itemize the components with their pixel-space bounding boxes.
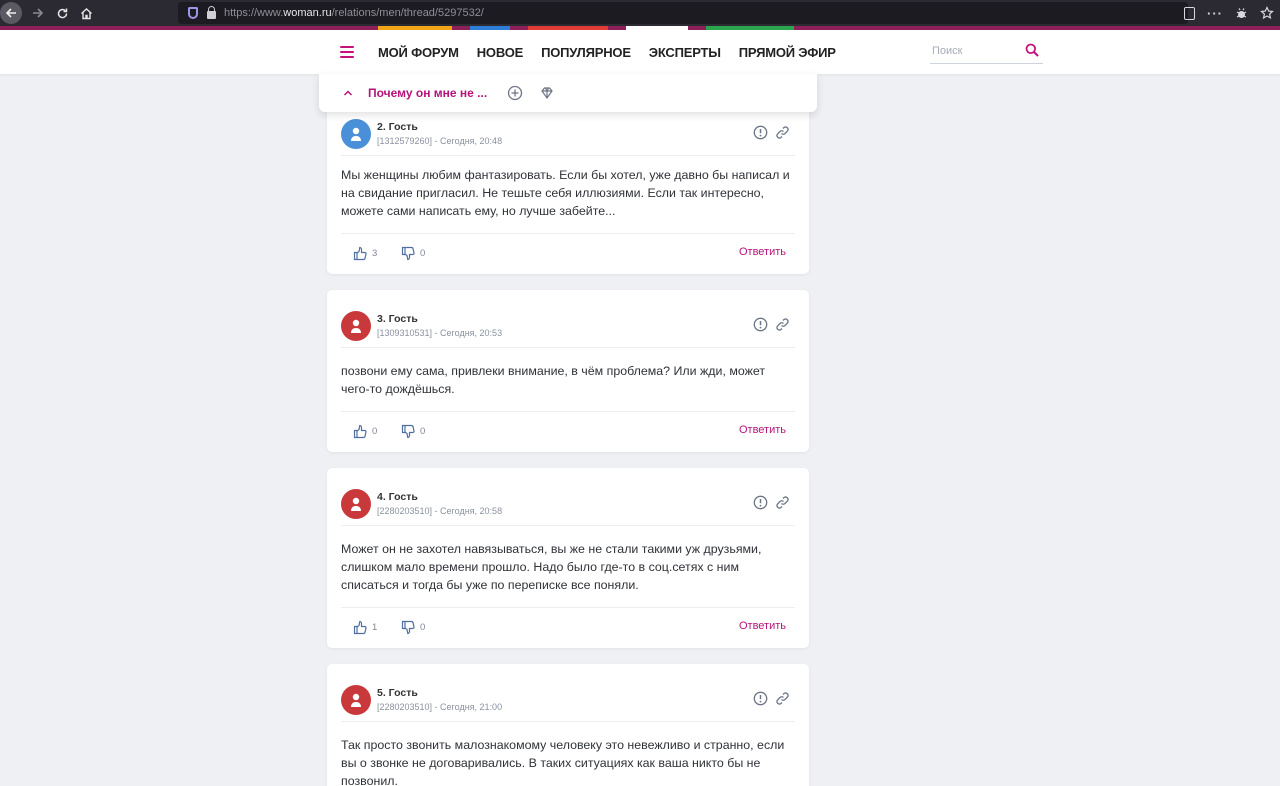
- dislike-count: 0: [420, 622, 426, 633]
- arrow-left-icon: [5, 8, 16, 18]
- post-header: 5. Гость [2280203510] - Сегодня, 21:00: [341, 678, 795, 722]
- address-bar[interactable]: https://www.woman.ru/relations/men/threa…: [178, 2, 1188, 24]
- reader-view-icon[interactable]: [1184, 6, 1195, 20]
- reload-button[interactable]: [50, 1, 74, 25]
- search-input[interactable]: [930, 40, 1015, 62]
- menu-dots-icon[interactable]: ···: [1207, 6, 1223, 21]
- link-icon[interactable]: [775, 691, 790, 706]
- forward-button[interactable]: [26, 1, 50, 25]
- url-text: https://www.woman.ru/relations/men/threa…: [224, 7, 484, 19]
- home-button[interactable]: [74, 1, 98, 25]
- post-header: 4. Гость [2280203510] - Сегодня, 20:58: [341, 482, 795, 526]
- diamond-icon[interactable]: [539, 85, 555, 101]
- user-icon: [351, 319, 361, 333]
- post-footer: 3 0 Ответить: [341, 233, 795, 273]
- post-text: Мы женщины любим фантазировать. Если бы …: [341, 168, 790, 218]
- like-count: 1: [372, 622, 378, 633]
- post-author[interactable]: 3. Гость: [377, 313, 418, 325]
- search-icon[interactable]: [1025, 43, 1039, 57]
- chevron-up-icon[interactable]: [343, 88, 353, 98]
- url-prefix: https://www.: [224, 7, 284, 19]
- thumbs-down-icon[interactable]: [401, 424, 416, 439]
- star-icon[interactable]: [1260, 6, 1274, 20]
- avatar[interactable]: [341, 489, 371, 519]
- thumbs-down-icon[interactable]: [401, 620, 416, 635]
- reload-icon: [57, 8, 67, 18]
- search-box: [930, 40, 1043, 64]
- post-author[interactable]: 4. Гость: [377, 491, 418, 503]
- nav-my-forum[interactable]: МОЙ ФОРУМ: [378, 45, 459, 60]
- post-header: 3. Гость [1309310531] - Сегодня, 20:53: [341, 304, 795, 348]
- post-card: 4. Гость [2280203510] - Сегодня, 20:58 М…: [327, 468, 809, 648]
- user-icon: [351, 127, 361, 141]
- post-author[interactable]: 5. Гость: [377, 687, 418, 699]
- avatar[interactable]: [341, 311, 371, 341]
- avatar[interactable]: [341, 119, 371, 149]
- dislike-count: 0: [420, 248, 426, 259]
- arrow-right-icon: [33, 8, 44, 18]
- post-text: Может он не захотел навязываться, вы же …: [341, 542, 762, 592]
- thumbs-up-icon[interactable]: [353, 620, 368, 635]
- post-meta: [1312579260] - Сегодня, 20:48: [377, 136, 503, 146]
- post-author[interactable]: 2. Гость: [377, 121, 418, 133]
- post-footer: 0 0 Ответить: [341, 411, 795, 451]
- back-button[interactable]: [0, 2, 22, 24]
- report-icon[interactable]: [753, 495, 768, 510]
- like-count: 3: [372, 248, 378, 259]
- nav-popular[interactable]: ПОПУЛЯРНОЕ: [541, 45, 631, 60]
- reply-button[interactable]: Ответить: [739, 246, 786, 258]
- post-meta: [2280203510] - Сегодня, 21:00: [377, 702, 503, 712]
- report-icon[interactable]: [753, 125, 768, 140]
- thread-title[interactable]: Почему он мне не ...: [368, 86, 487, 100]
- post-meta: [1309310531] - Сегодня, 20:53: [377, 328, 503, 338]
- bug-icon[interactable]: [1235, 7, 1248, 20]
- site-header: МОЙ ФОРУМ НОВОЕ ПОПУЛЯРНОЕ ЭКСПЕРТЫ ПРЯМ…: [0, 30, 1280, 74]
- avatar[interactable]: [341, 685, 371, 715]
- thread-bar: Почему он мне не ...: [319, 74, 817, 112]
- browser-actions: ···: [1184, 0, 1274, 26]
- hamburger-menu-icon[interactable]: [340, 46, 354, 58]
- nav-new[interactable]: НОВОЕ: [477, 45, 524, 60]
- post-meta: [2280203510] - Сегодня, 20:58: [377, 506, 503, 516]
- like-count: 0: [372, 426, 378, 437]
- dislike-count: 0: [420, 426, 426, 437]
- home-icon: [80, 7, 92, 19]
- post-text: Так просто звонить малознакомому человек…: [341, 738, 785, 786]
- thumbs-down-icon[interactable]: [401, 246, 416, 261]
- link-icon[interactable]: [775, 495, 790, 510]
- post-text: позвони ему сама, привлеки внимание, в ч…: [341, 364, 766, 396]
- thumbs-up-icon[interactable]: [353, 246, 368, 261]
- main-nav: МОЙ ФОРУМ НОВОЕ ПОПУЛЯРНОЕ ЭКСПЕРТЫ ПРЯМ…: [378, 30, 836, 74]
- link-icon[interactable]: [775, 125, 790, 140]
- browser-toolbar: https://www.woman.ru/relations/men/threa…: [0, 0, 1280, 26]
- lock-icon: [207, 6, 216, 19]
- link-icon[interactable]: [775, 317, 790, 332]
- post-header: 2. Гость [1312579260] - Сегодня, 20:48: [341, 112, 795, 156]
- post-card: 2. Гость [1312579260] - Сегодня, 20:48 М…: [327, 92, 809, 274]
- user-icon: [351, 693, 361, 707]
- add-circle-icon[interactable]: [507, 85, 523, 101]
- url-domain: woman.ru: [283, 7, 332, 19]
- post-card: 3. Гость [1309310531] - Сегодня, 20:53 п…: [327, 290, 809, 452]
- reply-button[interactable]: Ответить: [739, 424, 786, 436]
- nav-live[interactable]: ПРЯМОЙ ЭФИР: [739, 45, 836, 60]
- user-icon: [351, 497, 361, 511]
- thumbs-up-icon[interactable]: [353, 424, 368, 439]
- reply-button[interactable]: Ответить: [739, 620, 786, 632]
- url-path: /relations/men/thread/5297532/: [331, 7, 484, 19]
- nav-experts[interactable]: ЭКСПЕРТЫ: [649, 45, 721, 60]
- report-icon[interactable]: [753, 691, 768, 706]
- shield-icon: [188, 7, 198, 19]
- post-footer: 1 0 Ответить: [341, 607, 795, 647]
- post-card: 5. Гость [2280203510] - Сегодня, 21:00 Т…: [327, 664, 809, 786]
- report-icon[interactable]: [753, 317, 768, 332]
